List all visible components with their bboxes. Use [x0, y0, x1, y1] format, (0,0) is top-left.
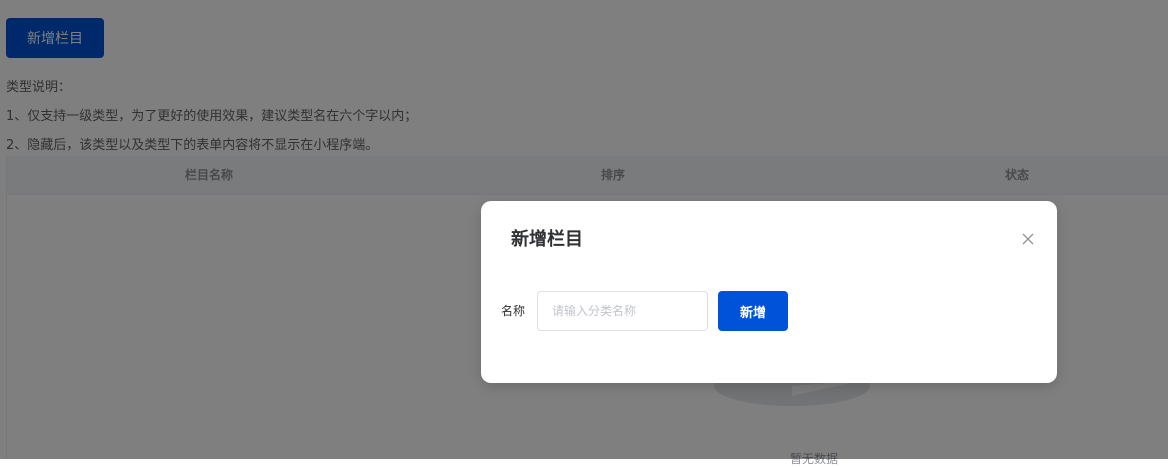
add-submit-button[interactable]: 新增	[718, 291, 788, 331]
category-name-input[interactable]	[537, 291, 708, 331]
dialog-title: 新增栏目	[511, 229, 583, 250]
add-column-dialog: 新增栏目 名称 新增	[481, 201, 1057, 383]
name-label: 名称	[501, 304, 526, 318]
close-icon[interactable]	[1021, 232, 1035, 246]
